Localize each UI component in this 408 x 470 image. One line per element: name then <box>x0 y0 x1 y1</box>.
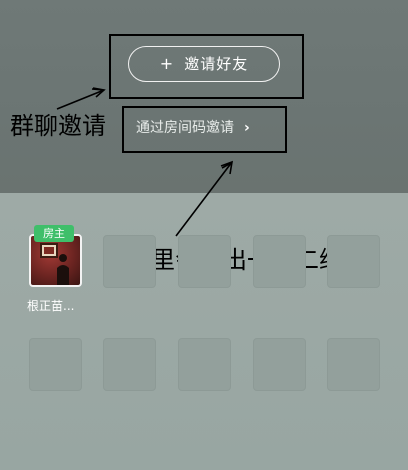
empty-member-slot[interactable] <box>29 338 82 391</box>
empty-member-slot[interactable] <box>178 338 231 391</box>
host-badge: 房主 <box>34 225 74 242</box>
empty-member-slot[interactable] <box>327 235 380 288</box>
empty-member-slot[interactable] <box>103 338 156 391</box>
empty-member-slot[interactable] <box>327 338 380 391</box>
avatar-image <box>40 243 69 285</box>
empty-member-slot[interactable] <box>253 338 306 391</box>
empty-member-slot[interactable] <box>178 235 231 288</box>
member-name: 根正苗... <box>27 299 75 313</box>
empty-member-slot[interactable] <box>253 235 306 288</box>
room-code-label: 通过房间码邀请 <box>136 120 234 136</box>
empty-member-slot[interactable] <box>103 235 156 288</box>
invite-friends-button[interactable]: + 邀请好友 <box>128 46 280 82</box>
invite-friends-label: 邀请好友 <box>184 55 249 73</box>
chevron-right-icon: › <box>244 120 250 136</box>
annotation-group-invite: 群聊邀请 <box>10 112 106 140</box>
plus-icon: + <box>159 54 175 73</box>
room-code-invite-link[interactable]: 通过房间码邀请 › <box>136 116 250 140</box>
